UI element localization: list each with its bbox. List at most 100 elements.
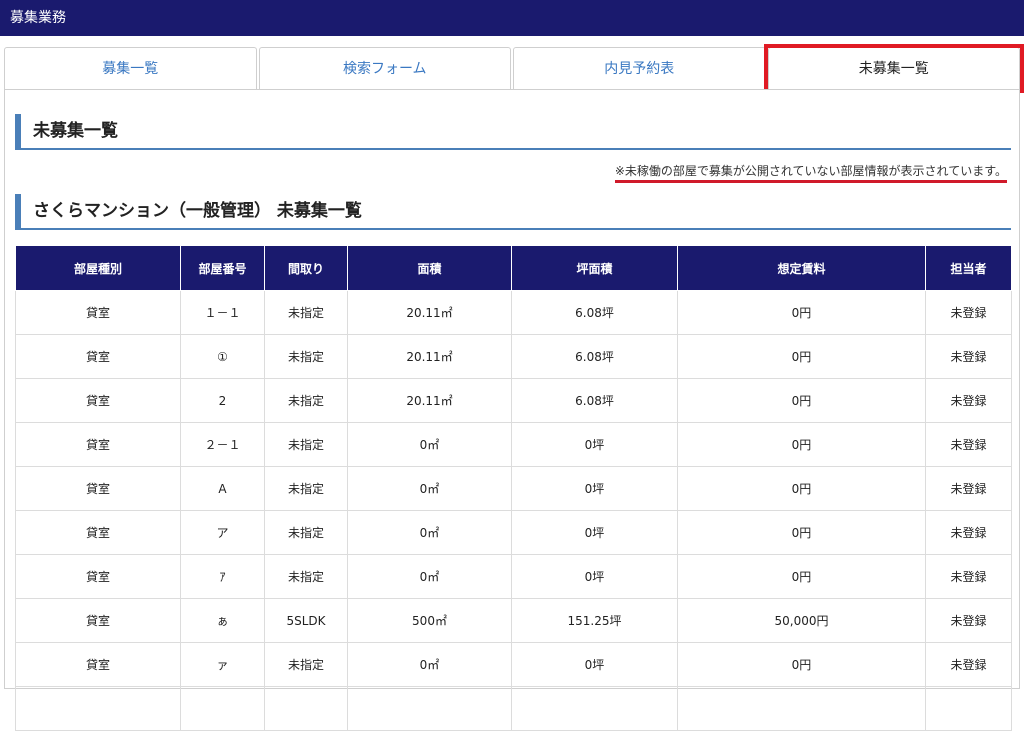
table-cell: 貸室: [16, 643, 181, 687]
table-cell: 貸室: [16, 511, 181, 555]
tab-recruitment-list[interactable]: 募集一覧: [4, 47, 257, 89]
column-header: 間取り: [265, 246, 348, 291]
table-cell: 未登録: [926, 555, 1012, 599]
table-cell: ぁ: [181, 599, 265, 643]
table-cell: 0円: [678, 335, 926, 379]
table-cell: 未指定: [265, 467, 348, 511]
property-section-title: さくらマンション（一般管理） 未募集一覧: [15, 194, 1011, 230]
table-cell: 未登録: [926, 291, 1012, 335]
table-cell: ァ: [181, 643, 265, 687]
table-cell: 貸室: [16, 423, 181, 467]
table-cell: 貸室: [16, 335, 181, 379]
table-cell: ①: [181, 335, 265, 379]
tab-search-form[interactable]: 検索フォーム: [259, 47, 512, 89]
table-row[interactable]: 貸室A未指定0㎡0坪0円未登録: [16, 467, 1012, 511]
table-cell: ア: [181, 511, 265, 555]
table-cell: 0円: [678, 467, 926, 511]
table-cell: 未登録: [926, 599, 1012, 643]
table-cell: 貸室: [16, 291, 181, 335]
table-cell: 0坪: [512, 423, 678, 467]
table-cell: 0㎡: [348, 555, 512, 599]
unrecruited-table-wrap: 部屋種別 部屋番号 間取り 面積 坪面積 想定賃料 担当者 貸室１－１未指定20…: [15, 245, 1011, 731]
unrecruited-table: 部屋種別 部屋番号 間取り 面積 坪面積 想定賃料 担当者 貸室１－１未指定20…: [15, 245, 1012, 731]
section-title: 未募集一覧: [15, 114, 1011, 150]
table-cell: 0円: [678, 291, 926, 335]
table-cell: 6.08坪: [512, 291, 678, 335]
table-cell: 0坪: [512, 511, 678, 555]
table-cell: [181, 687, 265, 731]
table-cell: A: [181, 467, 265, 511]
table-cell: 151.25坪: [512, 599, 678, 643]
table-row[interactable]: 貸室2未指定20.11㎡6.08坪0円未登録: [16, 379, 1012, 423]
table-cell: [265, 687, 348, 731]
tab-label: 募集一覧: [102, 61, 158, 77]
app-title: 募集業務: [10, 10, 66, 26]
table-cell: 未登録: [926, 511, 1012, 555]
table-cell: 2: [181, 379, 265, 423]
highlight-box: [764, 44, 1024, 93]
content-panel: 未募集一覧 ※未稼働の部屋で募集が公開されていない部屋情報が表示されています。 …: [4, 89, 1020, 689]
table-cell: 0円: [678, 555, 926, 599]
table-cell: 未登録: [926, 379, 1012, 423]
table-cell: 貸室: [16, 379, 181, 423]
table-cell: [16, 687, 181, 731]
table-cell: ２－１: [181, 423, 265, 467]
table-cell: 0坪: [512, 555, 678, 599]
table-cell: 0円: [678, 643, 926, 687]
table-cell: 貸室: [16, 555, 181, 599]
table-cell: 50,000円: [678, 599, 926, 643]
table-cell: 貸室: [16, 467, 181, 511]
table-cell: 0㎡: [348, 511, 512, 555]
table-row[interactable]: 貸室ぁ5SLDK500㎡151.25坪50,000円未登録: [16, 599, 1012, 643]
table-cell: 6.08坪: [512, 335, 678, 379]
table-cell: 5SLDK: [265, 599, 348, 643]
table-row[interactable]: 貸室ｱ未指定0㎡0坪0円未登録: [16, 555, 1012, 599]
table-cell: 未登録: [926, 423, 1012, 467]
table-cell: 0㎡: [348, 643, 512, 687]
app-header: 募集業務: [0, 0, 1024, 36]
table-row[interactable]: 貸室２－１未指定0㎡0坪0円未登録: [16, 423, 1012, 467]
tab-viewing-schedule[interactable]: 内見予約表: [513, 47, 766, 89]
table-row[interactable]: [16, 687, 1012, 731]
table-cell: 未指定: [265, 555, 348, 599]
table-cell: [348, 687, 512, 731]
table-row[interactable]: 貸室ァ未指定0㎡0坪0円未登録: [16, 643, 1012, 687]
info-note: ※未稼働の部屋で募集が公開されていない部屋情報が表示されています。: [615, 162, 1007, 183]
table-cell: 0円: [678, 423, 926, 467]
table-cell: 0坪: [512, 643, 678, 687]
table-cell: [926, 687, 1012, 731]
table-header-row: 部屋種別 部屋番号 間取り 面積 坪面積 想定賃料 担当者: [16, 246, 1012, 291]
tab-label: 内見予約表: [604, 61, 674, 77]
column-header: 坪面積: [512, 246, 678, 291]
table-cell: [512, 687, 678, 731]
table-cell: 未指定: [265, 379, 348, 423]
table-cell: 未登録: [926, 643, 1012, 687]
table-cell: 0㎡: [348, 467, 512, 511]
table-cell: 未登録: [926, 467, 1012, 511]
table-cell: 20.11㎡: [348, 335, 512, 379]
table-cell: [678, 687, 926, 731]
table-cell: ｱ: [181, 555, 265, 599]
table-row[interactable]: 貸室ア未指定0㎡0坪0円未登録: [16, 511, 1012, 555]
column-header: 部屋番号: [181, 246, 265, 291]
table-body: 貸室１－１未指定20.11㎡6.08坪0円未登録貸室①未指定20.11㎡6.08…: [16, 291, 1012, 731]
table-cell: 未指定: [265, 643, 348, 687]
table-cell: 0坪: [512, 467, 678, 511]
table-cell: 500㎡: [348, 599, 512, 643]
tab-unrecruited-list[interactable]: 未募集一覧: [768, 47, 1021, 89]
tab-label: 検索フォーム: [343, 61, 427, 77]
table-row[interactable]: 貸室１－１未指定20.11㎡6.08坪0円未登録: [16, 291, 1012, 335]
column-header: 部屋種別: [16, 246, 181, 291]
table-cell: 未登録: [926, 335, 1012, 379]
table-cell: １－１: [181, 291, 265, 335]
table-cell: 0㎡: [348, 423, 512, 467]
table-cell: 未指定: [265, 511, 348, 555]
table-cell: 未指定: [265, 423, 348, 467]
table-cell: 0円: [678, 511, 926, 555]
table-cell: 未指定: [265, 291, 348, 335]
tab-bar: 募集一覧 検索フォーム 内見予約表 未募集一覧: [4, 47, 1020, 89]
table-cell: 未指定: [265, 335, 348, 379]
table-cell: 6.08坪: [512, 379, 678, 423]
table-cell: 20.11㎡: [348, 379, 512, 423]
table-row[interactable]: 貸室①未指定20.11㎡6.08坪0円未登録: [16, 335, 1012, 379]
